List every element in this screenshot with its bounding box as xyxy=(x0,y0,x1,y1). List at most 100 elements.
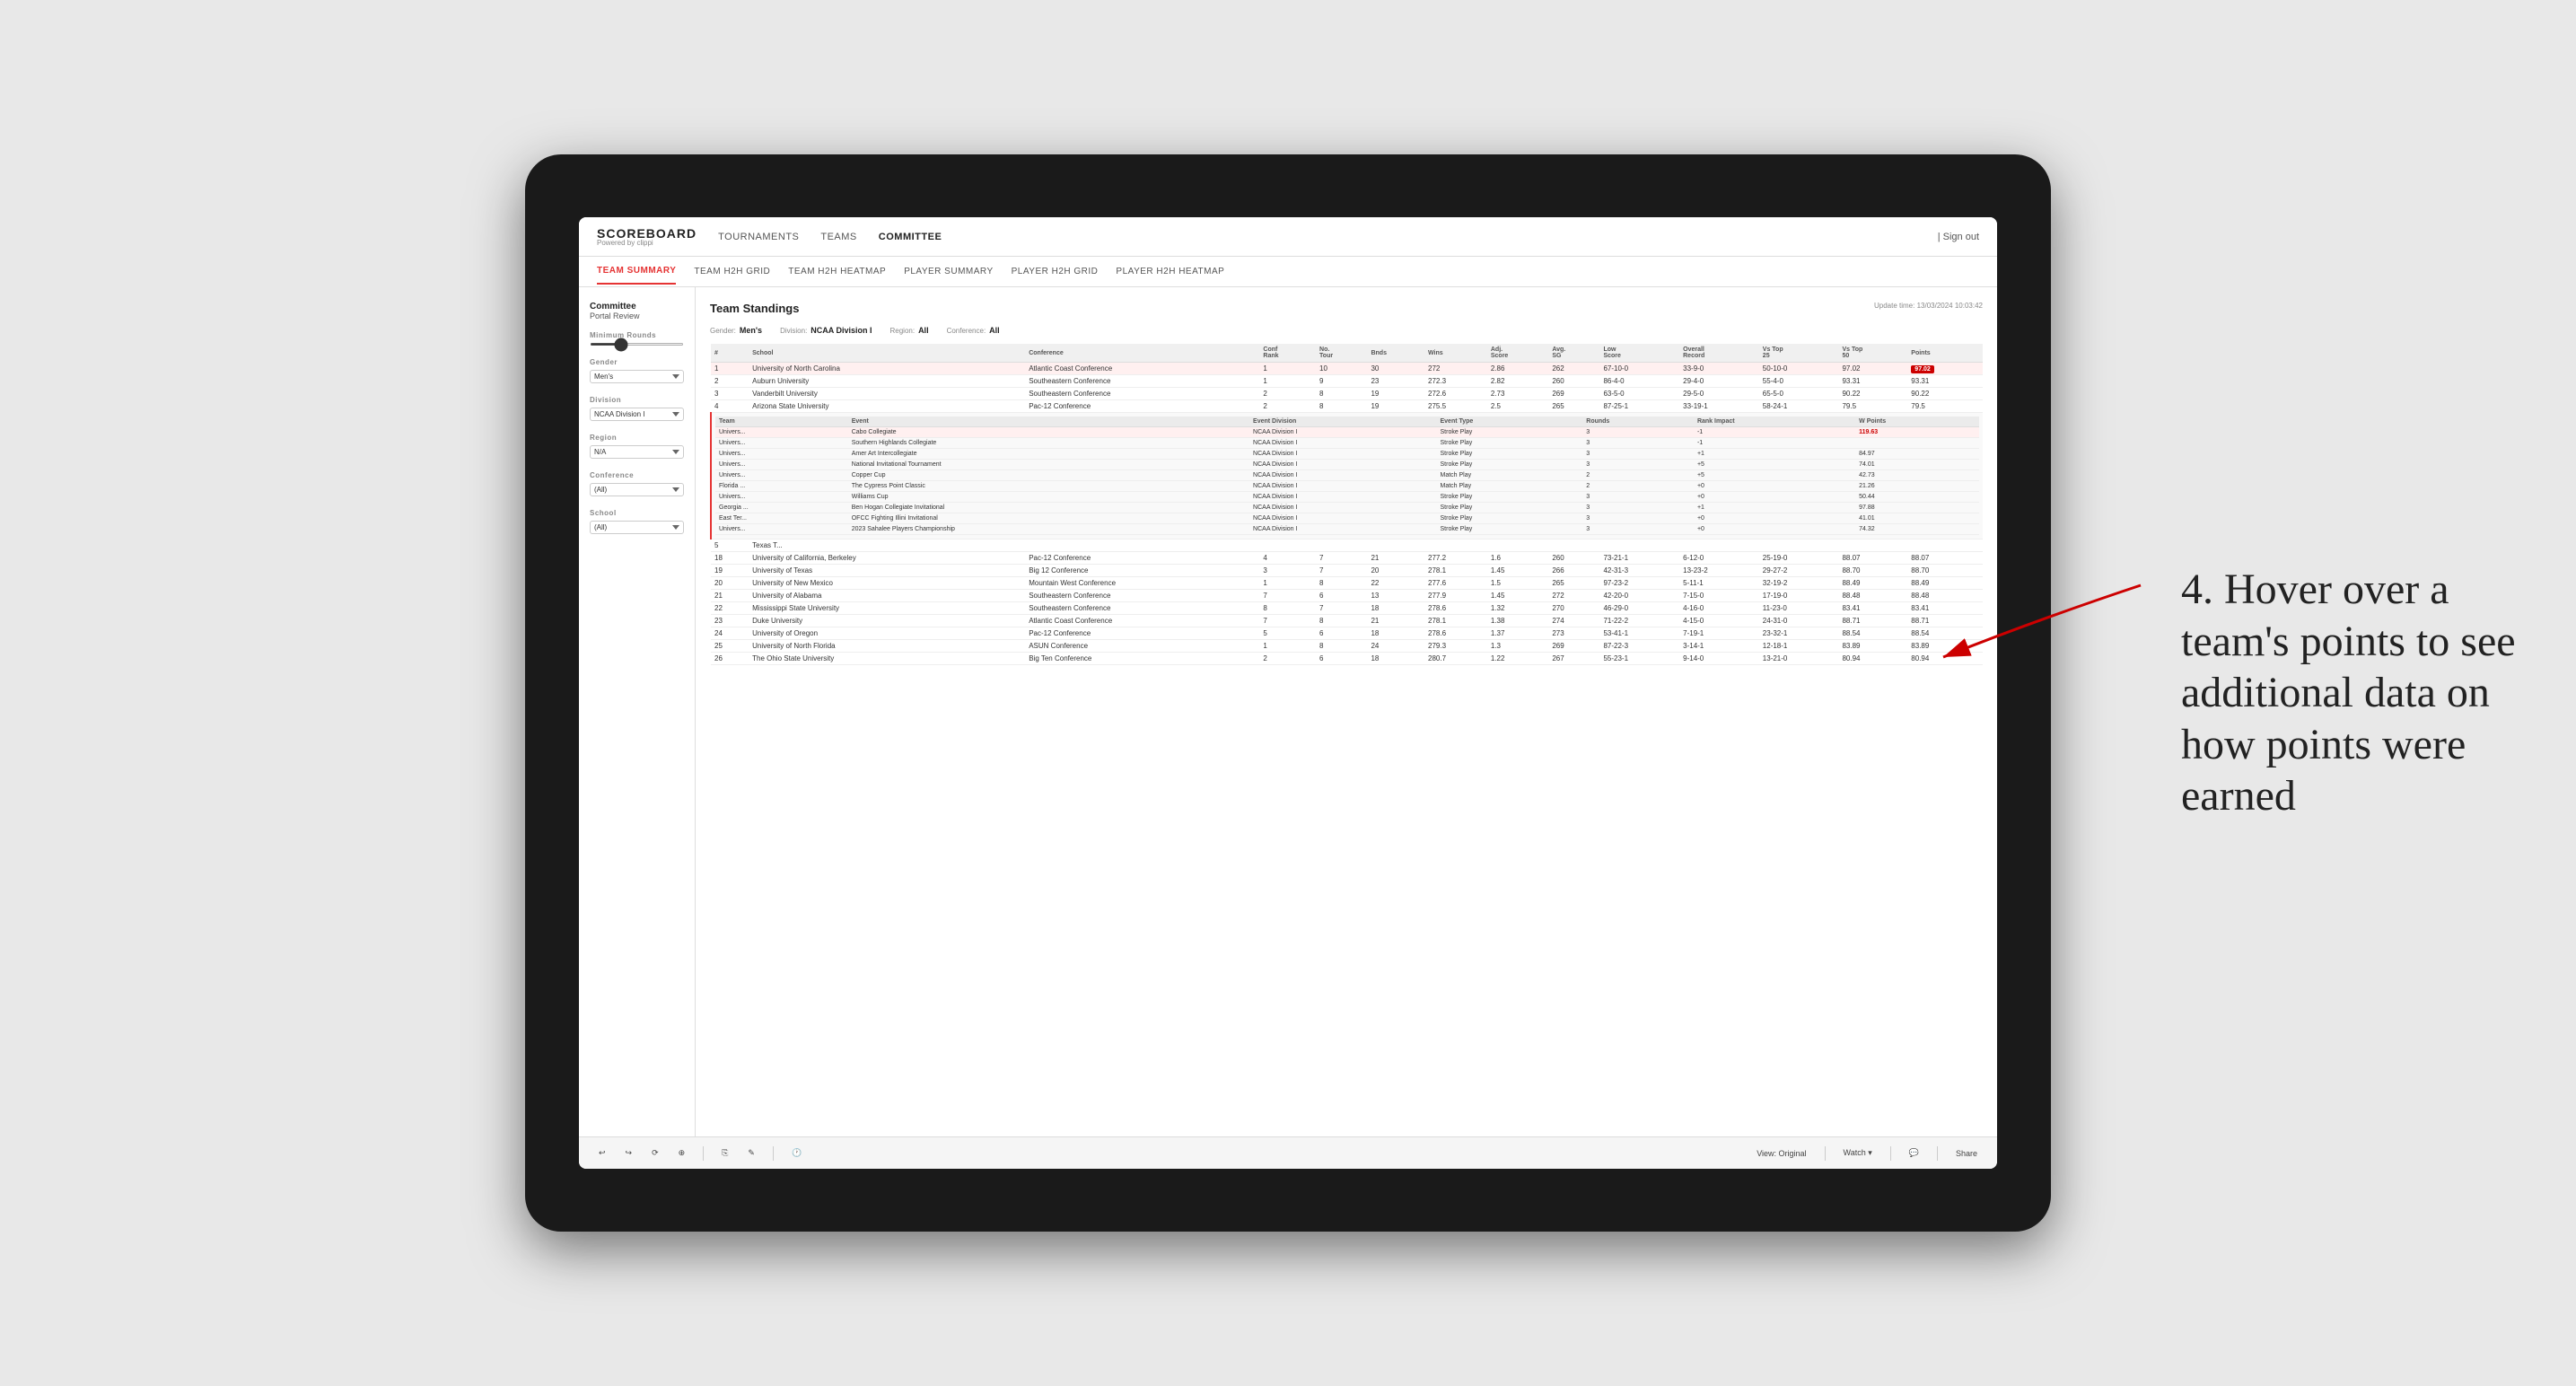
tt-rank-impact: +0 xyxy=(1694,481,1855,492)
cell-points[interactable]: 79.5 xyxy=(1907,400,1983,413)
view-original-button[interactable]: View: Original xyxy=(1751,1146,1811,1161)
cell-points[interactable]: 93.31 xyxy=(1907,375,1983,388)
pencil-button[interactable]: ✎ xyxy=(742,1145,760,1161)
cell-points[interactable]: 97.02 xyxy=(1907,363,1983,375)
clock-button[interactable]: 🕐 xyxy=(786,1145,807,1161)
table-row[interactable]: 24 University of Oregon Pac-12 Conferenc… xyxy=(711,627,1983,640)
nav-item-committee[interactable]: COMMITTEE xyxy=(879,228,942,246)
gender-select[interactable]: Men's Women's xyxy=(590,370,684,383)
nav-item-teams[interactable]: TEAMS xyxy=(820,228,856,246)
tooltip-th: Team xyxy=(715,417,848,427)
sub-nav-team-h2h-grid[interactable]: TEAM H2H GRID xyxy=(694,259,770,284)
cell-conf-rank: 1 xyxy=(1259,363,1316,375)
copy-button[interactable]: ⎘ xyxy=(716,1145,733,1161)
cell-tours: 9 xyxy=(1316,375,1367,388)
conference-select[interactable]: (All) xyxy=(590,483,684,496)
table-row[interactable]: 20 University of New Mexico Mountain Wes… xyxy=(711,577,1983,590)
cell-tours: 8 xyxy=(1316,400,1367,413)
cell-wins: 278.1 xyxy=(1424,615,1487,627)
table-row[interactable]: 4 Arizona State University Pac-12 Confer… xyxy=(711,400,1983,413)
tt-team: Univers... xyxy=(715,460,848,470)
division-select[interactable]: NCAA Division I NCAA Division II NCAA Di… xyxy=(590,408,684,421)
tooltip-data-row: Univers... Copper Cup NCAA Division I Ma… xyxy=(715,470,1979,481)
cell-points[interactable]: 90.22 xyxy=(1907,388,1983,400)
comment-button[interactable]: 💬 xyxy=(1904,1145,1924,1161)
cell-vs50: 80.94 xyxy=(1838,653,1907,665)
cell-bnds: 18 xyxy=(1367,602,1424,615)
table-row[interactable]: 3 Vanderbilt University Southeastern Con… xyxy=(711,388,1983,400)
cell-low-score: 67-10-0 xyxy=(1599,363,1679,375)
cell-conference: ASUN Conference xyxy=(1025,640,1259,653)
cell-bnds: 19 xyxy=(1367,400,1424,413)
region-select[interactable]: N/A xyxy=(590,445,684,459)
th-wins: Wins xyxy=(1424,344,1487,363)
tt-w-points: 41.01 xyxy=(1855,513,1979,524)
cell-school: Arizona State University xyxy=(749,400,1025,413)
cell-school: The Ohio State University xyxy=(749,653,1025,665)
cell-school: Duke University xyxy=(749,615,1025,627)
min-rounds-slider[interactable] xyxy=(590,343,684,346)
cell-conf-rank: 1 xyxy=(1259,375,1316,388)
center-panel: Team Standings Update time: 13/03/2024 1… xyxy=(696,287,1997,1136)
sub-nav-player-summary[interactable]: PLAYER SUMMARY xyxy=(904,259,993,284)
cell-conf-rank: 2 xyxy=(1259,653,1316,665)
sub-nav-player-h2h-grid[interactable]: PLAYER H2H GRID xyxy=(1012,259,1099,284)
filter-conference: Conference: All xyxy=(947,326,1000,335)
undo-button[interactable]: ↩ xyxy=(593,1145,611,1161)
th-low-score: LowScore xyxy=(1599,344,1679,363)
cell-wins xyxy=(1424,539,1487,552)
cell-conf-rank: 2 xyxy=(1259,400,1316,413)
cell-avg-sg: 269 xyxy=(1548,388,1599,400)
sub-nav-player-h2h-heatmap[interactable]: PLAYER H2H HEATMAP xyxy=(1116,259,1224,284)
table-row[interactable]: 5 Texas T... xyxy=(711,539,1983,552)
th-avg-sg: Avg.SG xyxy=(1548,344,1599,363)
cell-wins: 277.9 xyxy=(1424,590,1487,602)
zoom-button[interactable]: ⊕ xyxy=(673,1145,691,1161)
nav-item-tournaments[interactable]: TOURNAMENTS xyxy=(718,228,799,246)
gender-filter-value: Men's xyxy=(740,326,762,335)
table-row[interactable]: 26 The Ohio State University Big Ten Con… xyxy=(711,653,1983,665)
tt-rounds: 3 xyxy=(1582,524,1694,535)
tooltip-th: Event Type xyxy=(1437,417,1583,427)
cell-rank: 1 xyxy=(711,363,749,375)
tt-event: OFCC Fighting Illini Invitational xyxy=(848,513,1249,524)
th-tours: No.Tour xyxy=(1316,344,1367,363)
tt-rank-impact: -1 xyxy=(1694,438,1855,449)
tt-event-type: Stroke Play xyxy=(1437,513,1583,524)
table-row[interactable]: 25 University of North Florida ASUN Conf… xyxy=(711,640,1983,653)
sub-nav-team-h2h-heatmap[interactable]: TEAM H2H HEATMAP xyxy=(788,259,886,284)
cell-conference: Pac-12 Conference xyxy=(1025,552,1259,565)
tt-event-division: NCAA Division I xyxy=(1249,470,1436,481)
cell-points[interactable] xyxy=(1907,539,1983,552)
tt-team: Univers... xyxy=(715,449,848,460)
sub-nav-team-summary[interactable]: TEAM SUMMARY xyxy=(597,259,676,285)
watch-button[interactable]: Watch ▾ xyxy=(1838,1145,1878,1161)
table-row[interactable]: 21 University of Alabama Southeastern Co… xyxy=(711,590,1983,602)
sign-out-button[interactable]: | Sign out xyxy=(1938,232,1979,242)
cell-adj: 1.5 xyxy=(1487,577,1548,590)
cell-low-score xyxy=(1599,539,1679,552)
refresh-button[interactable]: ⟳ xyxy=(646,1145,664,1161)
cell-points[interactable]: 88.07 xyxy=(1907,552,1983,565)
cell-rank: 21 xyxy=(711,590,749,602)
table-row[interactable]: 2 Auburn University Southeastern Confere… xyxy=(711,375,1983,388)
cell-wins: 272.3 xyxy=(1424,375,1487,388)
cell-vs50: 79.5 xyxy=(1838,400,1907,413)
table-row[interactable]: 22 Mississippi State University Southeas… xyxy=(711,602,1983,615)
cell-vs50: 90.22 xyxy=(1838,388,1907,400)
table-row[interactable]: 18 University of California, Berkeley Pa… xyxy=(711,552,1983,565)
cell-avg-sg: 260 xyxy=(1548,552,1599,565)
logo-sub: Powered by clippi xyxy=(597,240,697,247)
table-row[interactable]: 23 Duke University Atlantic Coast Confer… xyxy=(711,615,1983,627)
cell-adj: 1.38 xyxy=(1487,615,1548,627)
cell-conference: Southeastern Conference xyxy=(1025,602,1259,615)
cell-vs50: 88.71 xyxy=(1838,615,1907,627)
table-row[interactable]: 1 University of North Carolina Atlantic … xyxy=(711,363,1983,375)
cell-adj: 1.37 xyxy=(1487,627,1548,640)
filter-gender: Gender: Men's xyxy=(710,326,762,335)
school-select[interactable]: (All) xyxy=(590,521,684,534)
table-row[interactable]: 19 University of Texas Big 12 Conference… xyxy=(711,565,1983,577)
share-button[interactable]: Share xyxy=(1950,1146,1983,1161)
cell-vs50: 93.31 xyxy=(1838,375,1907,388)
redo-button[interactable]: ↪ xyxy=(620,1145,638,1161)
